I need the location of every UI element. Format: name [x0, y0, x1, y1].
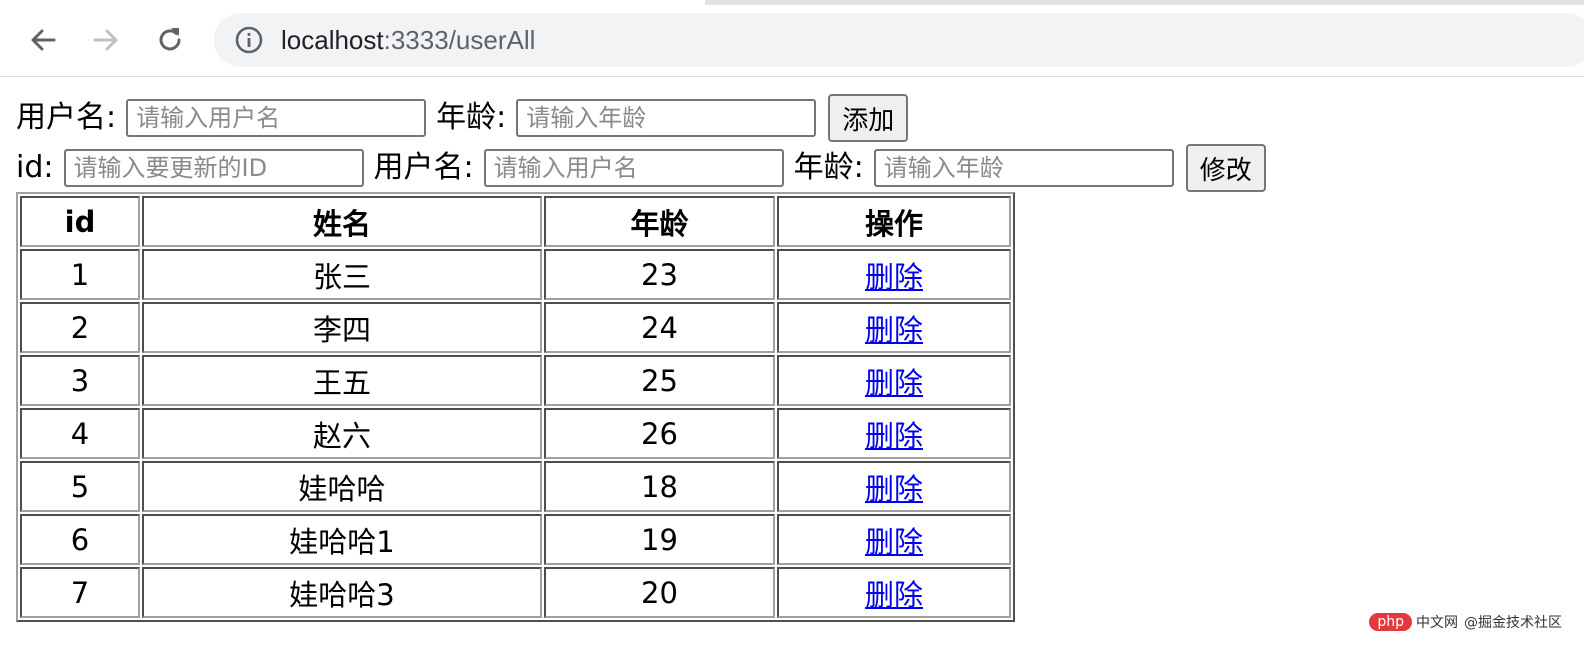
forward-button[interactable] — [86, 20, 126, 60]
reload-button[interactable] — [150, 20, 190, 60]
watermark-credit: @掘金技术社区 — [1464, 615, 1562, 631]
table-row: 7 娃哈哈3 20 删除 — [20, 567, 1011, 618]
age-label: 年龄: — [793, 150, 864, 185]
reload-icon — [159, 28, 181, 51]
cell-name: 娃哈哈1 — [142, 514, 542, 565]
table-header-row: id 姓名 年龄 操作 — [20, 196, 1011, 247]
update-id-input[interactable] — [63, 149, 364, 187]
header-age: 年龄 — [544, 196, 775, 247]
header-name: 姓名 — [142, 196, 542, 247]
cell-action: 删除 — [777, 461, 1011, 512]
update-button[interactable]: 修改 — [1185, 144, 1266, 192]
cell-id: 4 — [20, 408, 140, 459]
add-age-input[interactable] — [516, 99, 817, 137]
table-row: 5 娃哈哈 18 删除 — [20, 461, 1011, 512]
username-label: 用户名: — [373, 150, 474, 185]
cell-action: 删除 — [777, 567, 1011, 618]
watermark-site: 中文网 — [1416, 615, 1458, 631]
active-tab[interactable] — [0, 0, 705, 5]
cell-id: 6 — [20, 514, 140, 565]
cell-age: 23 — [544, 249, 775, 300]
delete-link[interactable]: 删除 — [865, 578, 923, 612]
table-row: 4 赵六 26 删除 — [20, 408, 1011, 459]
add-username-input[interactable] — [126, 99, 427, 137]
address-bar[interactable]: localhost:3333/userAll — [214, 13, 1584, 67]
cell-age: 18 — [544, 461, 775, 512]
cell-id: 5 — [20, 461, 140, 512]
info-icon[interactable] — [234, 25, 264, 55]
forward-arrow-icon — [93, 29, 118, 51]
browser-toolbar: localhost:3333/userAll — [0, 0, 1584, 77]
update-user-form: id: 用户名: 年龄: 修改 — [16, 143, 1266, 193]
cell-age: 26 — [544, 408, 775, 459]
cell-age: 25 — [544, 355, 775, 406]
cell-name: 娃哈哈3 — [142, 567, 542, 618]
cell-action: 删除 — [777, 514, 1011, 565]
table-row: 2 李四 24 删除 — [20, 302, 1011, 353]
table-row: 3 王五 25 删除 — [20, 355, 1011, 406]
username-label: 用户名: — [16, 100, 117, 135]
header-id: id — [20, 196, 140, 247]
add-user-form: 用户名: 年龄: 添加 — [16, 93, 909, 143]
delete-link[interactable]: 删除 — [865, 313, 923, 347]
delete-link[interactable]: 删除 — [865, 419, 923, 453]
update-age-input[interactable] — [873, 149, 1174, 187]
cell-name: 赵六 — [142, 408, 542, 459]
user-table: id 姓名 年龄 操作 1 张三 23 删除 2 李四 24 删除 3 王五 2… — [16, 192, 1015, 622]
delete-link[interactable]: 删除 — [865, 525, 923, 559]
delete-link[interactable]: 删除 — [865, 472, 923, 506]
add-button[interactable]: 添加 — [828, 94, 909, 142]
url-text[interactable]: localhost:3333/userAll — [281, 25, 535, 55]
cell-action: 删除 — [777, 302, 1011, 353]
cell-name: 娃哈哈 — [142, 461, 542, 512]
cell-id: 2 — [20, 302, 140, 353]
cell-action: 删除 — [777, 408, 1011, 459]
cell-name: 李四 — [142, 302, 542, 353]
cell-name: 王五 — [142, 355, 542, 406]
php-badge: php — [1369, 613, 1412, 631]
cell-action: 删除 — [777, 355, 1011, 406]
back-arrow-icon — [31, 29, 56, 51]
cell-age: 20 — [544, 567, 775, 618]
cell-age: 24 — [544, 302, 775, 353]
cell-action: 删除 — [777, 249, 1011, 300]
cell-id: 7 — [20, 567, 140, 618]
delete-link[interactable]: 删除 — [865, 366, 923, 400]
update-username-input[interactable] — [483, 149, 784, 187]
table-row: 6 娃哈哈1 19 删除 — [20, 514, 1011, 565]
url-host: localhost — [281, 25, 384, 55]
header-action: 操作 — [777, 196, 1011, 247]
cell-age: 19 — [544, 514, 775, 565]
tab-strip — [0, 0, 1584, 5]
cell-id: 3 — [20, 355, 140, 406]
id-label: id: — [16, 150, 54, 185]
delete-link[interactable]: 删除 — [865, 260, 923, 294]
age-label: 年龄: — [436, 100, 507, 135]
url-path: :3333/userAll — [383, 25, 536, 55]
cell-name: 张三 — [142, 249, 542, 300]
cell-id: 1 — [20, 249, 140, 300]
table-row: 1 张三 23 删除 — [20, 249, 1011, 300]
page-content: 用户名: 年龄: 添加 id: 用户名: 年龄: 修改 id 姓名 年龄 操作 … — [0, 77, 1584, 650]
back-button[interactable] — [23, 20, 63, 60]
watermark: php 中文网 @掘金技术社区 — [1369, 612, 1562, 632]
